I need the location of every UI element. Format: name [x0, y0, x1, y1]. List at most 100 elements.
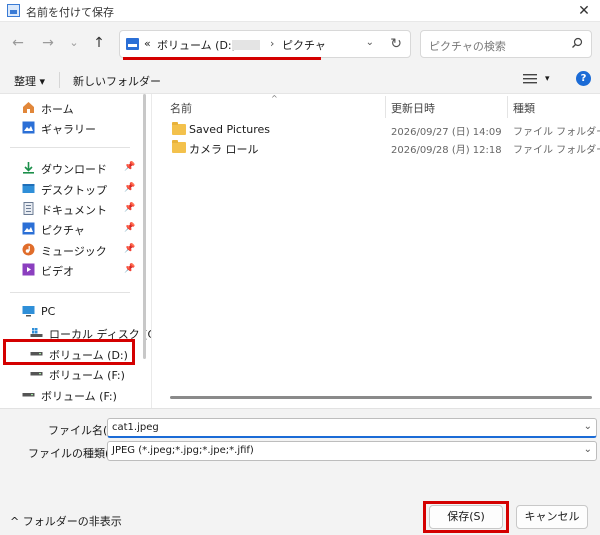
sidebar-item-gallery[interactable]: ギャラリー	[0, 118, 140, 138]
breadcrumb-volume-d[interactable]: ボリューム (D:)	[157, 37, 236, 53]
chevron-down-icon[interactable]: ⌄	[584, 421, 592, 432]
file-name: Saved Pictures	[189, 123, 271, 136]
pc-icon	[22, 306, 35, 317]
local-disk-icon	[30, 328, 43, 337]
sidebar-item-label: ボリューム (F:)	[41, 390, 117, 403]
column-header-name[interactable]: 名前	[170, 100, 192, 116]
drive-icon	[22, 393, 35, 397]
sidebar-item-label: ピクチャ	[41, 224, 85, 237]
documents-icon	[23, 202, 34, 215]
gallery-icon	[22, 121, 35, 134]
sidebar-item-documents[interactable]: ドキュメント 📌	[0, 199, 140, 219]
drive-icon	[30, 372, 43, 376]
cancel-button[interactable]: キャンセル	[516, 505, 588, 529]
file-type: ファイル フォルダー	[513, 145, 600, 156]
view-dropdown-icon[interactable]: ▾	[545, 74, 550, 84]
toolbar-divider	[59, 72, 60, 88]
pin-icon[interactable]: 📌	[124, 223, 135, 233]
file-type: ファイル フォルダー	[513, 127, 600, 138]
breadcrumb-overflow[interactable]: «	[144, 37, 151, 50]
folder-icon	[172, 122, 186, 135]
sidebar-item-label: デスクトップ	[41, 184, 107, 197]
forward-arrow-icon[interactable]: →	[38, 33, 58, 53]
filename-value: cat1.jpeg	[112, 422, 159, 433]
sidebar-scrollbar[interactable]	[143, 94, 146, 359]
pictures-icon	[126, 38, 139, 50]
breadcrumb-redacted	[232, 40, 260, 50]
column-header-modified[interactable]: 更新日時	[391, 100, 435, 116]
sort-ascending-icon: ^	[271, 94, 278, 103]
download-icon	[23, 162, 34, 174]
new-folder-button[interactable]: 新しいフォルダー	[73, 73, 161, 89]
pin-icon[interactable]: 📌	[124, 183, 135, 193]
back-arrow-icon[interactable]: ←	[8, 33, 28, 53]
selected-drive-highlight	[3, 339, 135, 365]
help-icon[interactable]: ?	[576, 71, 591, 86]
folder-icon	[172, 140, 186, 153]
pictures-icon	[22, 222, 35, 235]
sidebar-divider	[10, 292, 130, 293]
table-row[interactable]: カメラ ロール 2026/09/28 (月) 12:18 ファイル フォルダー	[152, 139, 600, 157]
file-list: ^ 名前 更新日時 種類 Saved Pictures 2026/09/27 (…	[151, 94, 600, 408]
home-icon	[23, 102, 34, 113]
recent-locations-icon[interactable]: ⌄	[64, 33, 84, 53]
pin-icon[interactable]: 📌	[124, 244, 135, 254]
filename-field[interactable]: cat1.jpeg ⌄	[107, 418, 597, 438]
sidebar-item-volume-f[interactable]: ボリューム (F:)	[8, 364, 148, 384]
sidebar-item-label: PC	[41, 305, 56, 318]
refresh-icon[interactable]: ↻	[390, 36, 402, 52]
address-dropdown-icon[interactable]: ⌄	[366, 37, 374, 48]
sidebar-item-label: ホーム	[41, 103, 74, 116]
column-divider[interactable]	[385, 96, 386, 118]
breadcrumb-pictures[interactable]: ピクチャ	[282, 37, 326, 53]
sidebar-item-downloads[interactable]: ダウンロード 📌	[0, 158, 140, 178]
address-bar[interactable]: « ボリューム (D:) › › ピクチャ ⌄ ↻	[119, 30, 411, 58]
pin-icon[interactable]: 📌	[124, 203, 135, 213]
window-title: 名前を付けて保存	[26, 6, 114, 19]
search-icon[interactable]	[571, 37, 583, 49]
file-modified: 2026/09/27 (日) 14:09	[391, 127, 502, 138]
pin-icon[interactable]: 📌	[124, 264, 135, 274]
save-button-highlight	[423, 501, 509, 533]
sidebar-item-volume-f-root[interactable]: ボリューム (F:)	[0, 385, 140, 405]
sidebar-item-pictures[interactable]: ピクチャ 📌	[0, 219, 140, 239]
close-icon[interactable]: ✕	[574, 1, 594, 21]
sidebar-item-label: ミュージック	[41, 245, 107, 258]
command-bar: 整理 ▾ 新しいフォルダー ▾ ?	[0, 64, 600, 94]
title-bar: 名前を付けて保存 ✕	[0, 0, 600, 22]
sidebar-item-label: ボリューム (F:)	[49, 369, 125, 382]
sidebar-item-home[interactable]: ホーム	[0, 98, 140, 118]
column-divider[interactable]	[507, 96, 508, 118]
breadcrumb-separator[interactable]: ›	[270, 37, 274, 50]
view-options-icon[interactable]	[523, 73, 537, 85]
up-arrow-icon[interactable]: ↑	[89, 33, 109, 53]
chevron-down-icon[interactable]: ⌄	[584, 444, 592, 455]
organize-button[interactable]: 整理 ▾	[14, 73, 45, 89]
music-icon	[22, 243, 35, 256]
sidebar-item-videos[interactable]: ビデオ 📌	[0, 260, 140, 280]
pin-icon[interactable]: 📌	[124, 162, 135, 172]
sidebar-item-label: ドキュメント	[41, 204, 107, 217]
sidebar-item-label: ダウンロード	[41, 163, 107, 176]
sidebar-divider	[10, 147, 130, 148]
table-row[interactable]: Saved Pictures 2026/09/27 (日) 14:09 ファイル…	[152, 121, 600, 139]
save-form: ファイル名(N): cat1.jpeg ⌄ ファイルの種類(T): JPEG (…	[0, 408, 600, 535]
file-modified: 2026/09/28 (月) 12:18	[391, 145, 502, 156]
sidebar-item-music[interactable]: ミュージック 📌	[0, 240, 140, 260]
search-placeholder: ピクチャの検索	[429, 40, 506, 53]
video-icon	[22, 263, 35, 276]
sidebar-item-label: ギャラリー	[41, 123, 96, 136]
hide-folders-button[interactable]: ^ フォルダーの非表示	[10, 513, 122, 529]
app-icon	[7, 4, 20, 17]
desktop-icon	[22, 184, 35, 193]
address-highlight-underline	[123, 57, 321, 60]
filetype-value: JPEG (*.jpeg;*.jpg;*.jpe;*.jfif)	[112, 445, 254, 456]
sidebar-item-pc[interactable]: PC	[0, 302, 140, 322]
file-name: カメラ ロール	[189, 143, 259, 156]
sidebar-item-label: ビデオ	[41, 265, 74, 278]
column-header-type[interactable]: 種類	[513, 100, 535, 116]
sidebar-item-desktop[interactable]: デスクトップ 📌	[0, 179, 140, 199]
horizontal-scrollbar[interactable]	[170, 396, 592, 399]
search-box[interactable]: ピクチャの検索	[420, 30, 592, 58]
filetype-select[interactable]: JPEG (*.jpeg;*.jpg;*.jpe;*.jfif) ⌄	[107, 441, 597, 461]
